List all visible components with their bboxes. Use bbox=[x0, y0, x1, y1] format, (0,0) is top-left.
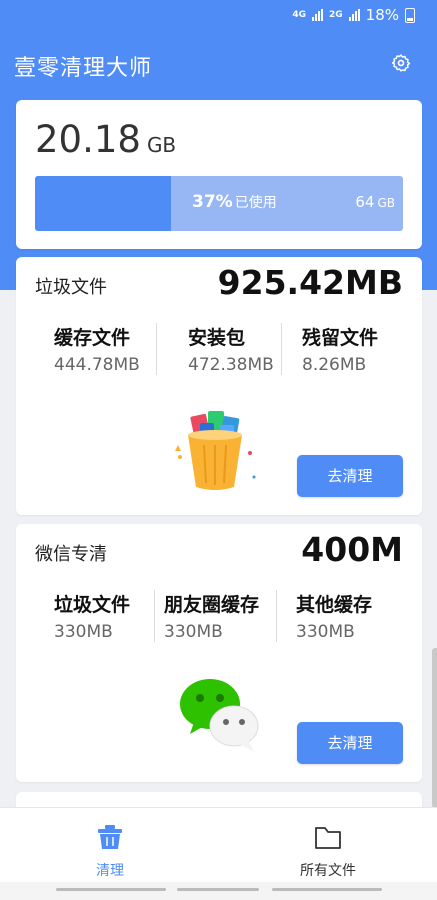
wechat-item-label: 其他缓存 bbox=[296, 594, 373, 616]
junk-item-apk: 安装包 472.38MB bbox=[188, 323, 274, 375]
used-percent-suffix: 已使用 bbox=[234, 195, 277, 211]
trash-bin-illustration bbox=[175, 411, 256, 490]
wechat-card-title: 微信专清 bbox=[35, 544, 107, 565]
settings-gear-icon[interactable] bbox=[391, 53, 411, 73]
signal-icon-2 bbox=[348, 9, 360, 21]
wechat-item-label: 垃圾文件 bbox=[54, 594, 131, 616]
storage-used-size: 20.18 GB bbox=[35, 118, 176, 161]
junk-files-card: 垃圾文件 925.42MB 缓存文件 444.78MB 安装包 472.38MB… bbox=[16, 257, 422, 515]
broom-bin-icon bbox=[98, 825, 122, 849]
junk-card-title: 垃圾文件 bbox=[35, 277, 107, 298]
wechat-item-other: 其他缓存 330MB bbox=[296, 590, 372, 642]
junk-item-value: 472.38MB bbox=[188, 355, 274, 375]
storage-size-value: 20.18 bbox=[35, 118, 141, 161]
nav-tab-files-label: 所有文件 bbox=[300, 863, 356, 879]
wechat-item-moments: 朋友圈缓存 330MB bbox=[164, 590, 259, 642]
storage-total-value: 64 bbox=[355, 193, 375, 211]
storage-used-percent: 37% 已使用 bbox=[192, 192, 277, 212]
storage-usage-bar: 37% 已使用 64 GB bbox=[35, 176, 403, 231]
wechat-item-value: 330MB bbox=[164, 622, 223, 642]
storage-usage-fill bbox=[35, 176, 172, 231]
junk-item-label: 缓存文件 bbox=[54, 327, 131, 349]
wechat-clean-card: 微信专清 400M 垃圾文件 330MB 朋友圈缓存 330MB 其他缓存 33… bbox=[16, 524, 422, 782]
nav-tab-clean[interactable]: 清理 bbox=[50, 824, 170, 880]
wechat-item-value: 330MB bbox=[296, 622, 355, 642]
wechat-item-junk: 垃圾文件 330MB bbox=[54, 590, 130, 642]
storage-total-unit: GB bbox=[377, 196, 395, 210]
divider bbox=[276, 590, 277, 642]
junk-item-residual: 残留文件 8.26MB bbox=[302, 323, 378, 375]
divider bbox=[156, 323, 157, 375]
folder-icon bbox=[315, 827, 341, 849]
nav-tab-clean-label: 清理 bbox=[96, 863, 124, 879]
divider bbox=[281, 323, 282, 375]
storage-card: 20.18 GB 37% 已使用 64 GB bbox=[16, 100, 422, 249]
wechat-item-value: 330MB bbox=[54, 622, 113, 642]
junk-item-cache: 缓存文件 444.78MB bbox=[54, 323, 140, 375]
storage-size-unit: GB bbox=[146, 133, 177, 157]
home-indicator[interactable] bbox=[177, 888, 259, 891]
wechat-bubbles-illustration bbox=[180, 679, 259, 752]
junk-item-label: 残留文件 bbox=[302, 327, 379, 349]
edge-panel-handle[interactable] bbox=[432, 648, 437, 808]
wechat-breakdown: 垃圾文件 330MB 朋友圈缓存 330MB 其他缓存 330MB bbox=[16, 590, 422, 646]
battery-percent: 18% bbox=[365, 6, 399, 24]
junk-breakdown: 缓存文件 444.78MB 安装包 472.38MB 残留文件 8.26MB bbox=[16, 323, 422, 379]
network-4g-label: 4G bbox=[292, 9, 306, 20]
wechat-clean-button[interactable]: 去清理 bbox=[297, 722, 403, 764]
wechat-total-size: 400M bbox=[301, 530, 403, 569]
system-navigation-bar bbox=[0, 882, 437, 900]
bottom-navigation: 清理 所有文件 bbox=[0, 807, 437, 883]
status-bar: 4G 2G 18% bbox=[0, 0, 437, 32]
battery-icon bbox=[405, 7, 415, 23]
junk-item-value: 444.78MB bbox=[54, 355, 140, 375]
back-indicator[interactable] bbox=[272, 888, 382, 891]
junk-total-size: 925.42MB bbox=[217, 263, 403, 302]
junk-item-label: 安装包 bbox=[188, 327, 246, 349]
app-title: 壹零清理大师 bbox=[14, 56, 153, 81]
junk-clean-button[interactable]: 去清理 bbox=[297, 455, 403, 497]
junk-item-value: 8.26MB bbox=[302, 355, 367, 375]
signal-icon bbox=[312, 9, 323, 21]
network-2g-label: 2G bbox=[329, 9, 343, 20]
nav-tab-files[interactable]: 所有文件 bbox=[268, 824, 388, 880]
storage-total: 64 GB bbox=[355, 193, 395, 211]
wechat-item-label: 朋友圈缓存 bbox=[164, 594, 260, 616]
used-percent-value: 37% bbox=[192, 192, 233, 212]
divider bbox=[154, 590, 155, 642]
recent-apps-indicator[interactable] bbox=[56, 888, 166, 891]
